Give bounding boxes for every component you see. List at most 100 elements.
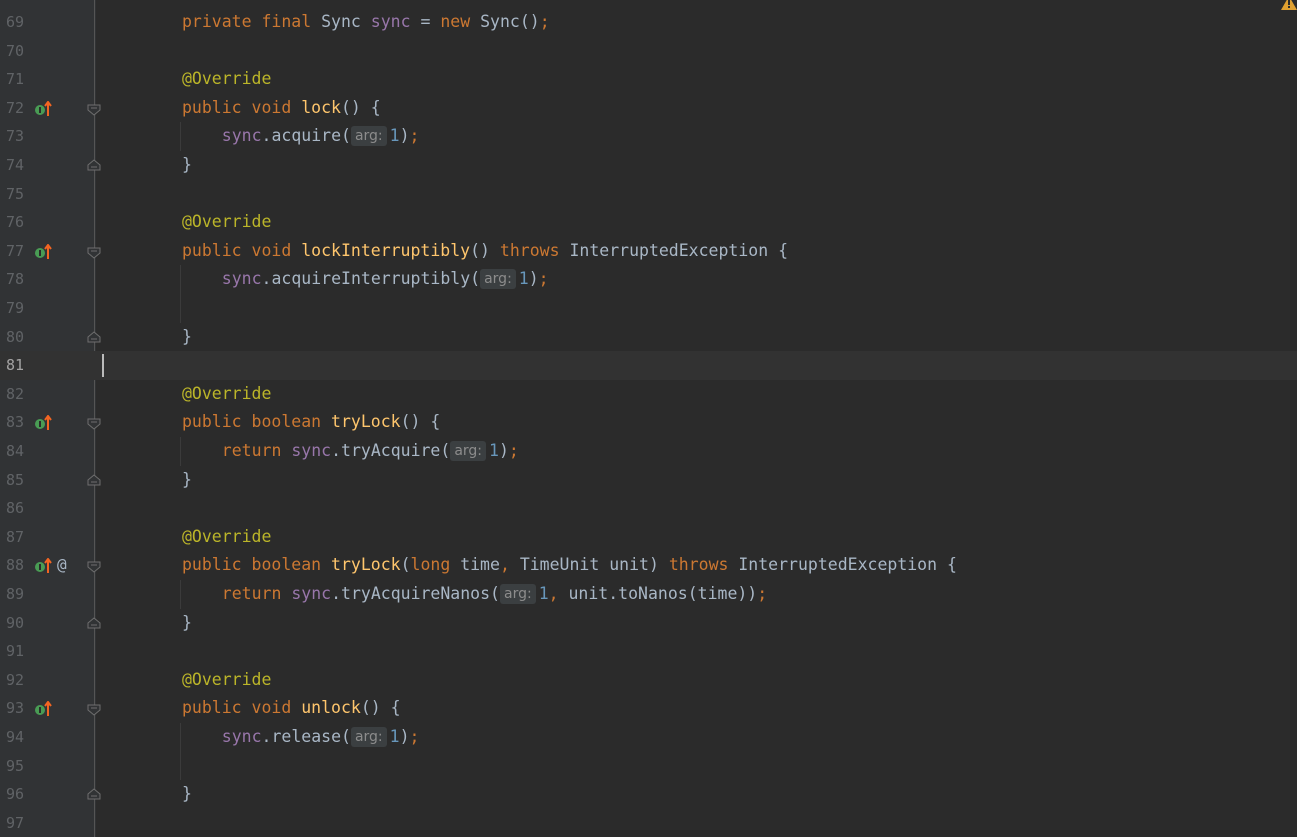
annotation-at-icon[interactable]: @ xyxy=(57,551,67,580)
code-text[interactable]: public void lock() { xyxy=(182,94,381,123)
code-token: @Override xyxy=(182,212,272,232)
code-text[interactable]: return sync.tryAcquireNanos(arg: 1, unit.… xyxy=(222,580,767,609)
code-line[interactable]: 83 public boolean tryLock() { xyxy=(0,408,1297,437)
code-line[interactable]: 88 @ public boolean tryLock(long time, Tim… xyxy=(0,551,1297,580)
code-text[interactable]: sync.release(arg: 1); xyxy=(222,723,419,752)
warning-icon[interactable] xyxy=(1281,0,1297,10)
code-line[interactable]: 78 sync.acquireInterruptibly(arg: 1); xyxy=(0,265,1297,294)
code-token: boolean xyxy=(251,412,332,432)
line-number: 97 xyxy=(6,813,25,832)
code-text[interactable]: } xyxy=(182,609,192,638)
code-text[interactable]: @Override xyxy=(182,523,271,552)
code-line[interactable]: 90} xyxy=(0,609,1297,638)
code-text[interactable]: @Override xyxy=(182,208,271,237)
code-token: ) xyxy=(399,727,410,746)
code-text[interactable]: public boolean tryLock() { xyxy=(182,408,440,437)
code-line[interactable]: 95 xyxy=(0,751,1297,781)
code-line[interactable]: 79 xyxy=(0,294,1297,323)
code-editor[interactable]: 69 private final Sync sync = new Sync(); 7… xyxy=(0,0,1297,837)
code-token: 1 xyxy=(489,441,499,460)
code-text[interactable]: @Override xyxy=(182,666,271,695)
fold-marker-icon[interactable] xyxy=(87,102,101,116)
code-token: } xyxy=(182,784,192,804)
code-line[interactable]: 97 xyxy=(0,809,1297,837)
code-text[interactable]: return sync.tryAcquire(arg: 1); xyxy=(222,437,519,466)
code-token: () { xyxy=(400,412,441,432)
code-text[interactable]: @Override xyxy=(182,65,271,94)
code-token: throws xyxy=(499,240,570,260)
code-line[interactable]: 85} xyxy=(0,466,1297,495)
code-text[interactable]: private final Sync sync = new Sync(); xyxy=(182,8,550,37)
code-text[interactable]: public void lockInterruptibly() throws I… xyxy=(182,237,788,266)
code-text[interactable]: } xyxy=(182,780,192,809)
fold-marker-icon[interactable] xyxy=(87,788,101,802)
code-line[interactable]: 86 xyxy=(0,494,1297,523)
code-line[interactable]: 75 xyxy=(0,180,1297,209)
code-line[interactable]: 80} xyxy=(0,323,1297,352)
code-line[interactable]: 77 public void lockInterruptibly() throws… xyxy=(0,237,1297,266)
code-token: () xyxy=(470,240,500,260)
code-token: void xyxy=(251,698,302,718)
implements-method-icon[interactable] xyxy=(34,415,54,431)
line-number: 87 xyxy=(6,527,25,546)
code-token: TimeUnit unit) xyxy=(519,555,669,575)
code-token: boolean xyxy=(251,555,332,575)
code-token: unit.toNanos(time)) xyxy=(568,584,758,603)
parameter-hint: arg: xyxy=(480,269,516,290)
current-line[interactable]: 81 xyxy=(0,351,1297,380)
code-text[interactable]: public boolean tryLock(long time, TimeUn… xyxy=(182,551,957,580)
code-line[interactable]: 96} xyxy=(0,780,1297,809)
code-text[interactable]: } xyxy=(182,151,192,180)
code-line[interactable]: 73 sync.acquire(arg: 1); xyxy=(0,122,1297,151)
implements-method-icon[interactable] xyxy=(34,243,54,260)
code-line[interactable]: 92 @Override xyxy=(0,666,1297,695)
code-line[interactable]: 69 private final Sync sync = new Sync(); xyxy=(0,8,1297,37)
fold-marker-icon[interactable] xyxy=(87,416,101,431)
fold-marker-icon[interactable] xyxy=(87,159,101,173)
code-line[interactable]: 71 @Override xyxy=(0,65,1297,94)
code-line[interactable]: 84 return sync.tryAcquire(arg: 1); xyxy=(0,437,1297,466)
code-token: long xyxy=(410,555,461,575)
code-line[interactable]: 70 xyxy=(0,37,1297,66)
fold-marker-icon[interactable] xyxy=(87,559,101,574)
code-token: 1 xyxy=(518,269,529,289)
code-text[interactable]: @Override xyxy=(182,380,271,409)
code-token: 1 xyxy=(538,584,549,603)
code-token: ; xyxy=(538,269,549,289)
code-line[interactable]: 94 sync.release(arg: 1); xyxy=(0,723,1297,752)
line-number: 84 xyxy=(6,442,25,460)
parameter-hint: arg: xyxy=(499,584,536,604)
code-line[interactable]: 87 @Override xyxy=(0,523,1297,552)
code-token: sync xyxy=(221,269,262,289)
code-line[interactable]: 91 xyxy=(0,637,1297,666)
fold-marker-icon[interactable] xyxy=(87,616,101,631)
code-token: void xyxy=(251,97,302,117)
code-line[interactable]: 74} xyxy=(0,151,1297,180)
code-token: ) xyxy=(399,126,410,146)
fold-marker-icon[interactable] xyxy=(87,330,101,345)
implements-method-icon[interactable] xyxy=(34,100,54,117)
line-number: 92 xyxy=(6,670,25,689)
fold-marker-icon[interactable] xyxy=(87,473,101,488)
code-line[interactable]: 93 public void unlock() { xyxy=(0,694,1297,723)
code-line[interactable]: 76 @Override xyxy=(0,208,1297,237)
implements-method-icon[interactable] xyxy=(34,558,54,574)
code-text[interactable]: sync.acquireInterruptibly(arg: 1); xyxy=(222,265,549,294)
implements-method-icon[interactable] xyxy=(34,701,54,717)
code-line[interactable]: 89 return sync.tryAcquireNanos(arg: 1, uni… xyxy=(0,580,1297,609)
code-line[interactable]: 82 @Override xyxy=(0,380,1297,409)
fold-marker-icon[interactable] xyxy=(87,702,101,717)
code-text[interactable]: sync.acquire(arg: 1); xyxy=(222,122,419,151)
code-token: , xyxy=(499,555,520,575)
code-token: time xyxy=(460,555,500,575)
code-text[interactable]: public void unlock() { xyxy=(182,694,401,723)
line-number: 76 xyxy=(6,213,25,232)
code-text[interactable]: } xyxy=(182,323,192,352)
fold-marker-icon[interactable] xyxy=(87,245,101,259)
code-line[interactable]: 72 public void lock() { xyxy=(0,94,1297,123)
code-text[interactable]: } xyxy=(182,466,192,495)
code-token: ; xyxy=(508,441,519,460)
code-token: , xyxy=(548,584,569,603)
line-number: 90 xyxy=(6,613,25,632)
code-token: public xyxy=(182,97,252,117)
